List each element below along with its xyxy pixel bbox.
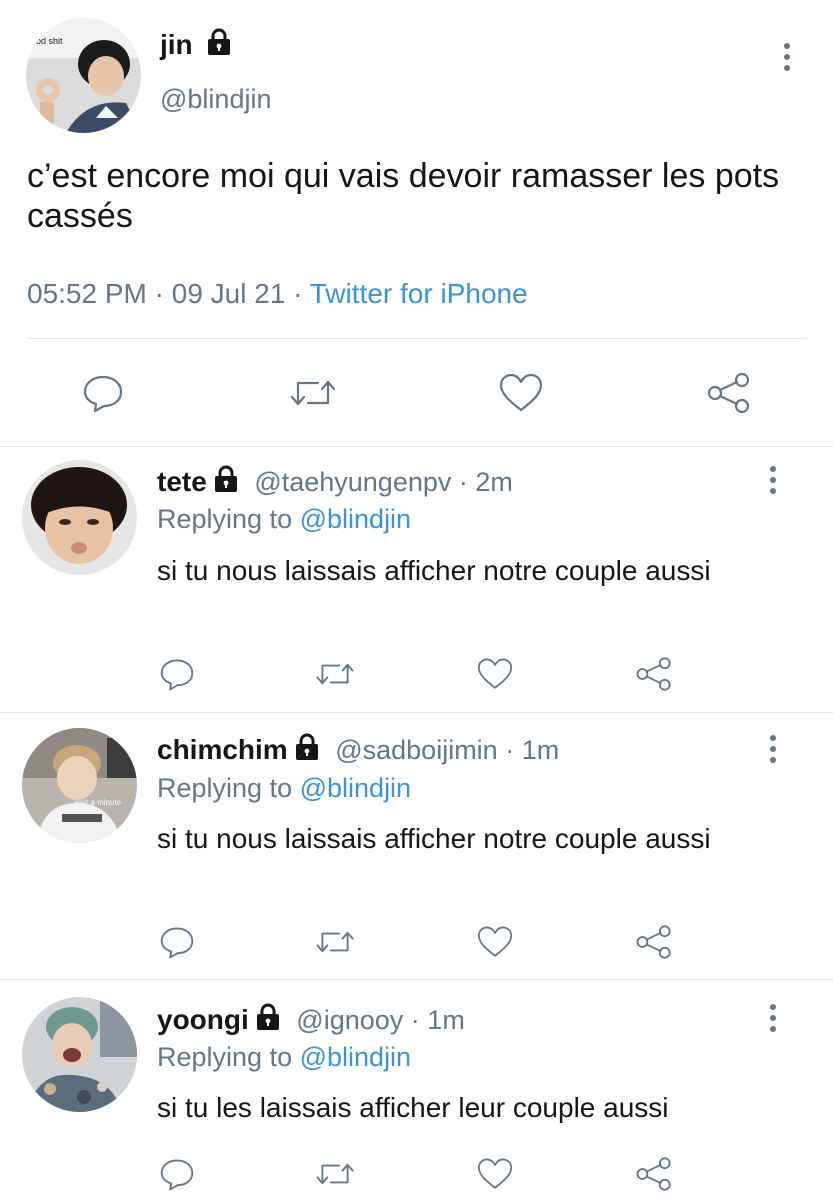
retweet-button[interactable] <box>314 656 356 692</box>
meta-separator: · <box>410 1005 420 1035</box>
tweet-time-ago: 1m <box>427 1005 465 1035</box>
reply-icon <box>160 1159 194 1191</box>
replying-to-link[interactable]: @blindjin <box>300 1042 411 1072</box>
replying-to: Replying to @blindjin <box>157 771 411 805</box>
replying-to-link[interactable]: @blindjin <box>300 773 411 803</box>
avatar-caption: wait a minute <box>74 798 122 807</box>
tweet-meta: 05:52 PM · 09 Jul 21 · Twitter for iPhon… <box>27 276 528 312</box>
lock-icon <box>214 465 237 492</box>
more-icon[interactable] <box>765 735 781 763</box>
replying-to: Replying to @blindjin <box>157 502 411 536</box>
reply-icon <box>83 375 123 413</box>
share-icon <box>636 1157 671 1191</box>
tweet-time-ago: 1m <box>521 735 560 765</box>
tweet-text: c’est encore moi qui vais devoir ramasse… <box>27 157 780 235</box>
divider <box>0 446 833 447</box>
tweet-text: si tu nous laissais afficher notre coupl… <box>157 823 711 854</box>
like-button[interactable] <box>497 372 545 414</box>
tweet-text: si tu les laissais afficher leur couple … <box>157 1092 669 1123</box>
divider <box>0 979 833 980</box>
lock-icon <box>295 733 318 760</box>
reply-icon <box>160 659 194 691</box>
meta-separator: · <box>154 278 164 309</box>
avatar-caption: od shit <box>36 36 63 46</box>
divider <box>27 338 807 339</box>
more-icon[interactable] <box>779 43 795 71</box>
display-name[interactable]: chimchim <box>157 734 288 765</box>
avatar[interactable]: wait a minute <box>22 728 137 843</box>
replying-to-prefix: Replying to <box>157 773 293 803</box>
avatar[interactable]: od shit <box>26 18 141 133</box>
replying-to-prefix: Replying to <box>157 1042 293 1072</box>
retweet-button[interactable] <box>314 1156 356 1192</box>
retweet-icon <box>290 380 336 406</box>
user-handle[interactable]: @taehyungenpv <box>254 467 451 497</box>
retweet-button[interactable] <box>314 924 356 960</box>
tweet-source-link[interactable]: Twitter for iPhone <box>310 278 528 309</box>
replying-to-link[interactable]: @blindjin <box>300 504 411 534</box>
retweet-button[interactable] <box>288 373 338 413</box>
display-name[interactable]: tete <box>157 466 207 497</box>
share-button[interactable] <box>634 654 674 694</box>
share-icon <box>636 657 671 691</box>
share-button[interactable] <box>706 370 752 416</box>
avatar[interactable] <box>22 460 137 575</box>
avatar[interactable] <box>22 997 137 1112</box>
reply-button[interactable] <box>158 1156 196 1192</box>
like-button[interactable] <box>475 1156 515 1192</box>
share-icon <box>636 925 671 959</box>
user-handle[interactable]: @sadboijimin <box>335 735 497 765</box>
retweet-icon <box>316 663 354 685</box>
share-button[interactable] <box>634 1154 674 1194</box>
meta-separator: · <box>505 735 515 765</box>
reply-header: yoongi @ignooy · 1m <box>157 1003 465 1037</box>
avatar-image <box>22 997 137 1112</box>
like-button[interactable] <box>475 924 515 960</box>
more-icon[interactable] <box>765 466 781 494</box>
display-name[interactable]: yoongi <box>157 1004 249 1035</box>
avatar-image <box>22 728 137 843</box>
tweet-date: 09 Jul 21 <box>171 278 286 309</box>
avatar-image <box>22 460 137 575</box>
divider <box>0 712 833 713</box>
tweet-time: 05:52 PM <box>27 278 147 309</box>
share-icon <box>707 372 750 414</box>
like-icon <box>477 926 513 957</box>
retweet-icon <box>316 1163 354 1185</box>
tweet-text: si tu nous laissais afficher notre coupl… <box>157 555 711 586</box>
lock-icon <box>208 28 231 55</box>
reply-button[interactable] <box>158 924 196 960</box>
replying-to-prefix: Replying to <box>157 504 293 534</box>
more-icon[interactable] <box>765 1004 781 1032</box>
user-handle[interactable]: @ignooy <box>296 1005 403 1035</box>
meta-separator: · <box>458 467 468 497</box>
reply-header: chimchim @sadboijimin · 1m <box>157 733 559 767</box>
share-button[interactable] <box>634 922 674 962</box>
like-icon <box>477 658 513 689</box>
like-icon <box>499 373 543 412</box>
user-handle[interactable]: @blindjin <box>160 82 271 116</box>
retweet-icon <box>316 931 354 953</box>
reply-button[interactable] <box>80 371 126 415</box>
like-button[interactable] <box>475 656 515 692</box>
meta-separator: · <box>293 278 303 309</box>
lock-icon <box>256 1003 279 1030</box>
reply-header: tete @taehyungenpv · 2m <box>157 465 513 499</box>
like-icon <box>477 1158 513 1189</box>
reply-button[interactable] <box>158 656 196 692</box>
replying-to: Replying to @blindjin <box>157 1040 411 1074</box>
display-name[interactable]: jin <box>160 28 232 62</box>
reply-icon <box>160 927 194 959</box>
tweet-time-ago: 2m <box>475 467 513 497</box>
display-name-text: jin <box>160 29 193 60</box>
